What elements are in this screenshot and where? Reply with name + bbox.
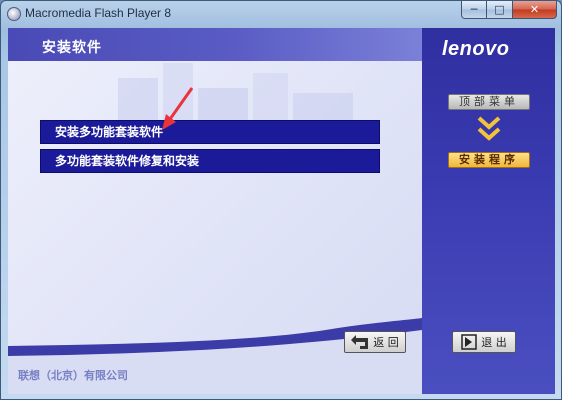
install-program-button[interactable]: 安装程序 bbox=[448, 152, 530, 168]
exit-button-label: 退 出 bbox=[481, 336, 507, 349]
close-button[interactable]: ✕ bbox=[513, 1, 557, 19]
main-panel: 安装软件 安装多功能套装软件 多功能套装软件修复和安装 联想（北京）有限公司 返… bbox=[8, 28, 422, 394]
pointer-arrow-icon bbox=[162, 87, 194, 130]
side-panel: lenovo 顶部菜单 安装程序 退 出 bbox=[422, 28, 555, 394]
back-arrow-icon bbox=[351, 335, 369, 349]
window-title: Macromedia Flash Player 8 bbox=[25, 6, 172, 20]
maximize-button[interactable]: □ bbox=[487, 1, 513, 19]
app-window: Macromedia Flash Player 8 ─ □ ✕ 安装软件 安装多… bbox=[0, 0, 562, 400]
page-title: 安装软件 bbox=[42, 40, 102, 56]
back-button[interactable]: 返 回 bbox=[344, 331, 406, 353]
installer-client-area: 安装软件 安装多功能套装软件 多功能套装软件修复和安装 联想（北京）有限公司 返… bbox=[8, 28, 555, 394]
install-suite-option[interactable]: 安装多功能套装软件 bbox=[40, 120, 380, 144]
minimize-button[interactable]: ─ bbox=[461, 1, 487, 19]
top-menu-button[interactable]: 顶部菜单 bbox=[448, 94, 530, 110]
lenovo-logo: lenovo bbox=[442, 38, 510, 60]
title-bar[interactable]: Macromedia Flash Player 8 ─ □ ✕ bbox=[1, 1, 561, 27]
app-icon[interactable] bbox=[7, 7, 21, 21]
exit-icon bbox=[461, 334, 477, 350]
back-button-label: 返 回 bbox=[373, 336, 399, 349]
exit-button[interactable]: 退 出 bbox=[452, 331, 516, 353]
chevron-down-icon bbox=[477, 116, 501, 141]
company-name: 联想（北京）有限公司 bbox=[18, 369, 128, 382]
caption-buttons: ─ □ ✕ bbox=[461, 1, 557, 20]
repair-install-option[interactable]: 多功能套装软件修复和安装 bbox=[40, 149, 380, 173]
